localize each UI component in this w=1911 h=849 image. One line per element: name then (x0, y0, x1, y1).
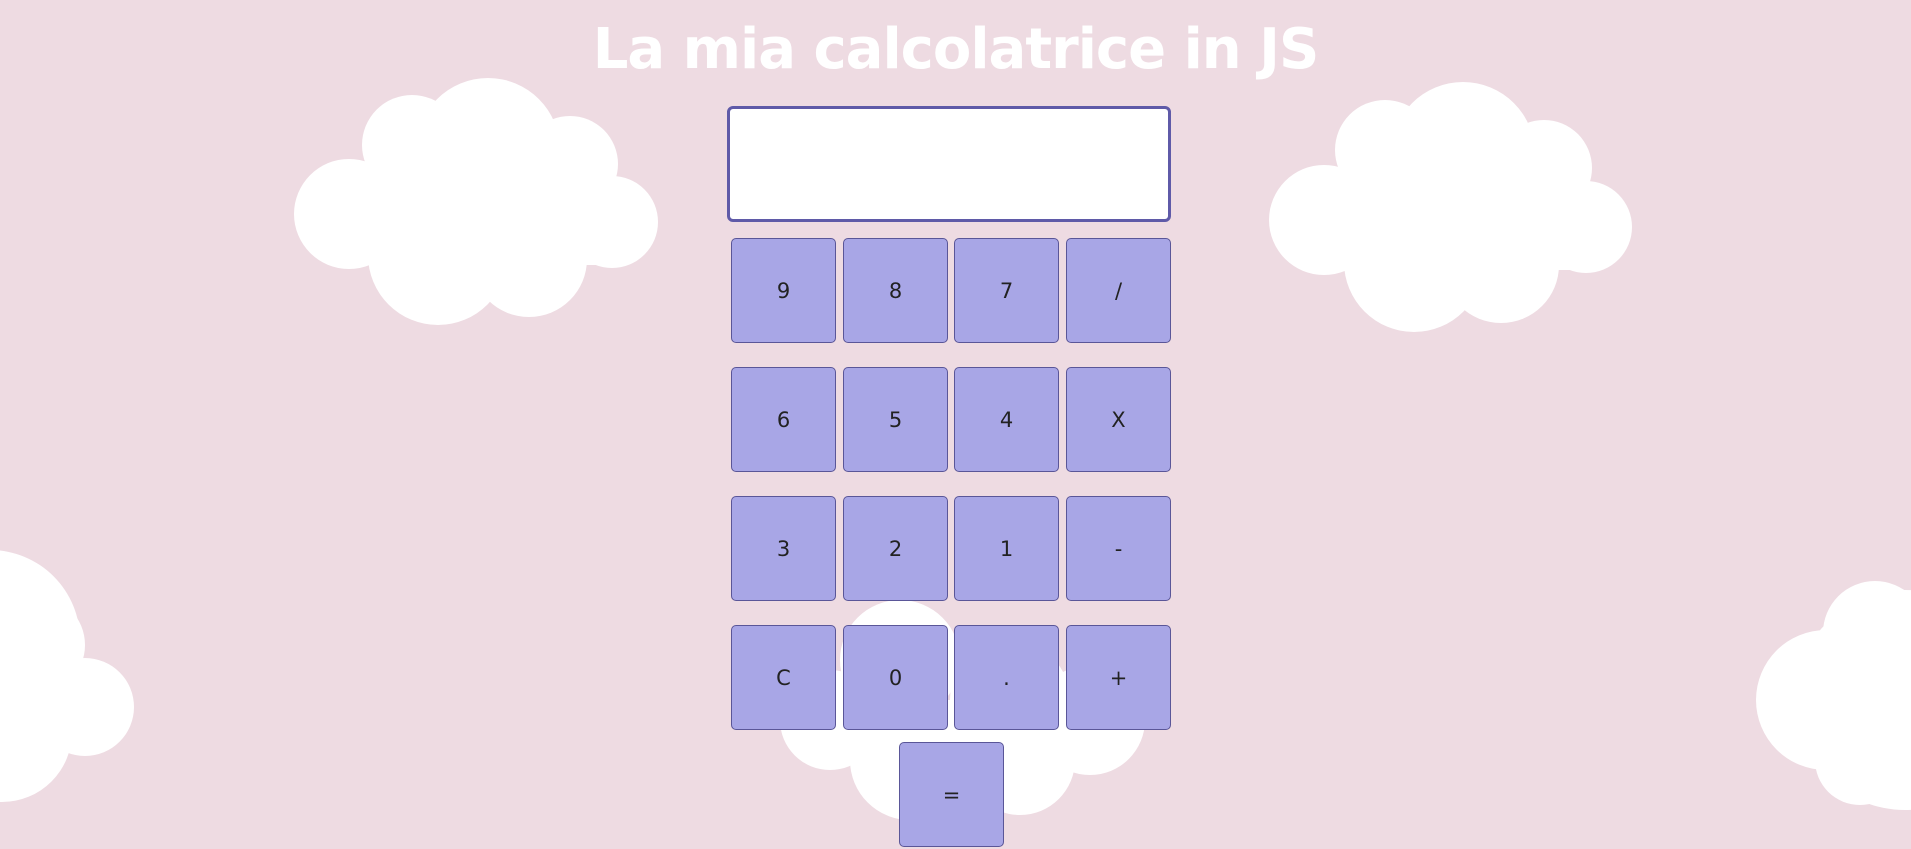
divide-button[interactable]: / (1066, 238, 1171, 343)
decimal-button[interactable]: . (954, 625, 1059, 730)
cloud-bottom-left (0, 550, 134, 802)
cloud-top-left (294, 78, 658, 325)
cloud-top-right (1269, 82, 1632, 332)
multiply-button[interactable]: X (1066, 367, 1171, 472)
subtract-button[interactable]: - (1066, 496, 1171, 601)
page-title: La mia calcolatrice in JS (592, 17, 1320, 82)
key-2-button[interactable]: 2 (843, 496, 948, 601)
cloud-bottom-right (1756, 581, 1911, 810)
add-button[interactable]: + (1066, 625, 1171, 730)
key-5-button[interactable]: 5 (843, 367, 948, 472)
key-3-button[interactable]: 3 (731, 496, 836, 601)
clear-button[interactable]: C (731, 625, 836, 730)
key-4-button[interactable]: 4 (954, 367, 1059, 472)
key-0-button[interactable]: 0 (843, 625, 948, 730)
equals-button[interactable]: = (899, 742, 1004, 847)
key-1-button[interactable]: 1 (954, 496, 1059, 601)
key-7-button[interactable]: 7 (954, 238, 1059, 343)
key-8-button[interactable]: 8 (843, 238, 948, 343)
key-9-button[interactable]: 9 (731, 238, 836, 343)
calculator-display[interactable] (727, 106, 1171, 222)
key-6-button[interactable]: 6 (731, 367, 836, 472)
